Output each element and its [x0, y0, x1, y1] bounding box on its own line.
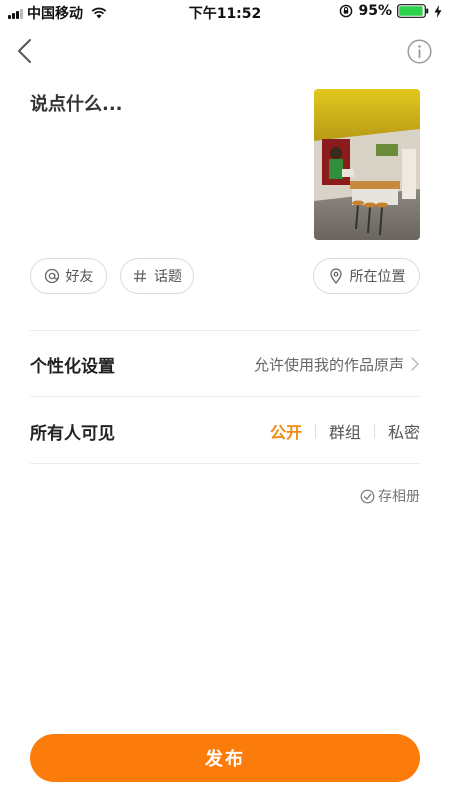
- save-to-album-toggle[interactable]: 存相册: [360, 486, 420, 506]
- hashtag-icon: [134, 269, 146, 283]
- chevron-left-icon[interactable]: [14, 38, 36, 64]
- personalize-value[interactable]: 允许使用我的作品原声: [254, 354, 404, 375]
- charging-bolt-icon: [434, 4, 442, 18]
- info-icon[interactable]: [407, 39, 432, 64]
- divider: [30, 396, 420, 397]
- status-right: 95%: [339, 3, 442, 19]
- status-bar: 中国移动 下午11:52 95%: [0, 0, 450, 24]
- option-separator: [373, 424, 375, 438]
- battery-percent: 95%: [358, 3, 392, 19]
- location-pin-icon: [329, 268, 342, 284]
- personalize-label: 个性化设置: [30, 357, 115, 377]
- visibility-options: 公开 群组 私密: [270, 419, 420, 443]
- rotation-lock-icon: [340, 4, 353, 18]
- visibility-label: 所有人可见: [30, 424, 115, 444]
- battery-icon: [397, 4, 429, 18]
- location-chip[interactable]: 所在位置: [313, 258, 420, 294]
- divider: [30, 330, 420, 331]
- save-album-label: 存相册: [378, 489, 420, 505]
- save-album-icon: [360, 489, 375, 503]
- location-label: 所在位置: [349, 269, 406, 285]
- cover-thumbnail[interactable]: [314, 89, 420, 240]
- chevron-right-icon[interactable]: [410, 356, 420, 372]
- caption-input[interactable]: 说点什么...: [30, 90, 290, 116]
- visibility-option-public[interactable]: 公开: [270, 419, 302, 443]
- topic-chip[interactable]: 话题: [120, 258, 194, 294]
- visibility-option-group[interactable]: 群组: [329, 419, 361, 443]
- visibility-option-private[interactable]: 私密: [388, 419, 420, 443]
- option-separator: [314, 424, 316, 438]
- publish-button[interactable]: 发布: [30, 734, 420, 782]
- mention-friends-chip[interactable]: 好友: [30, 258, 107, 294]
- at-sign-icon: [44, 268, 59, 284]
- topic-label: 话题: [154, 269, 182, 285]
- cafe-interior-photo: [314, 89, 420, 240]
- mention-friends-label: 好友: [65, 269, 94, 285]
- divider: [30, 463, 420, 464]
